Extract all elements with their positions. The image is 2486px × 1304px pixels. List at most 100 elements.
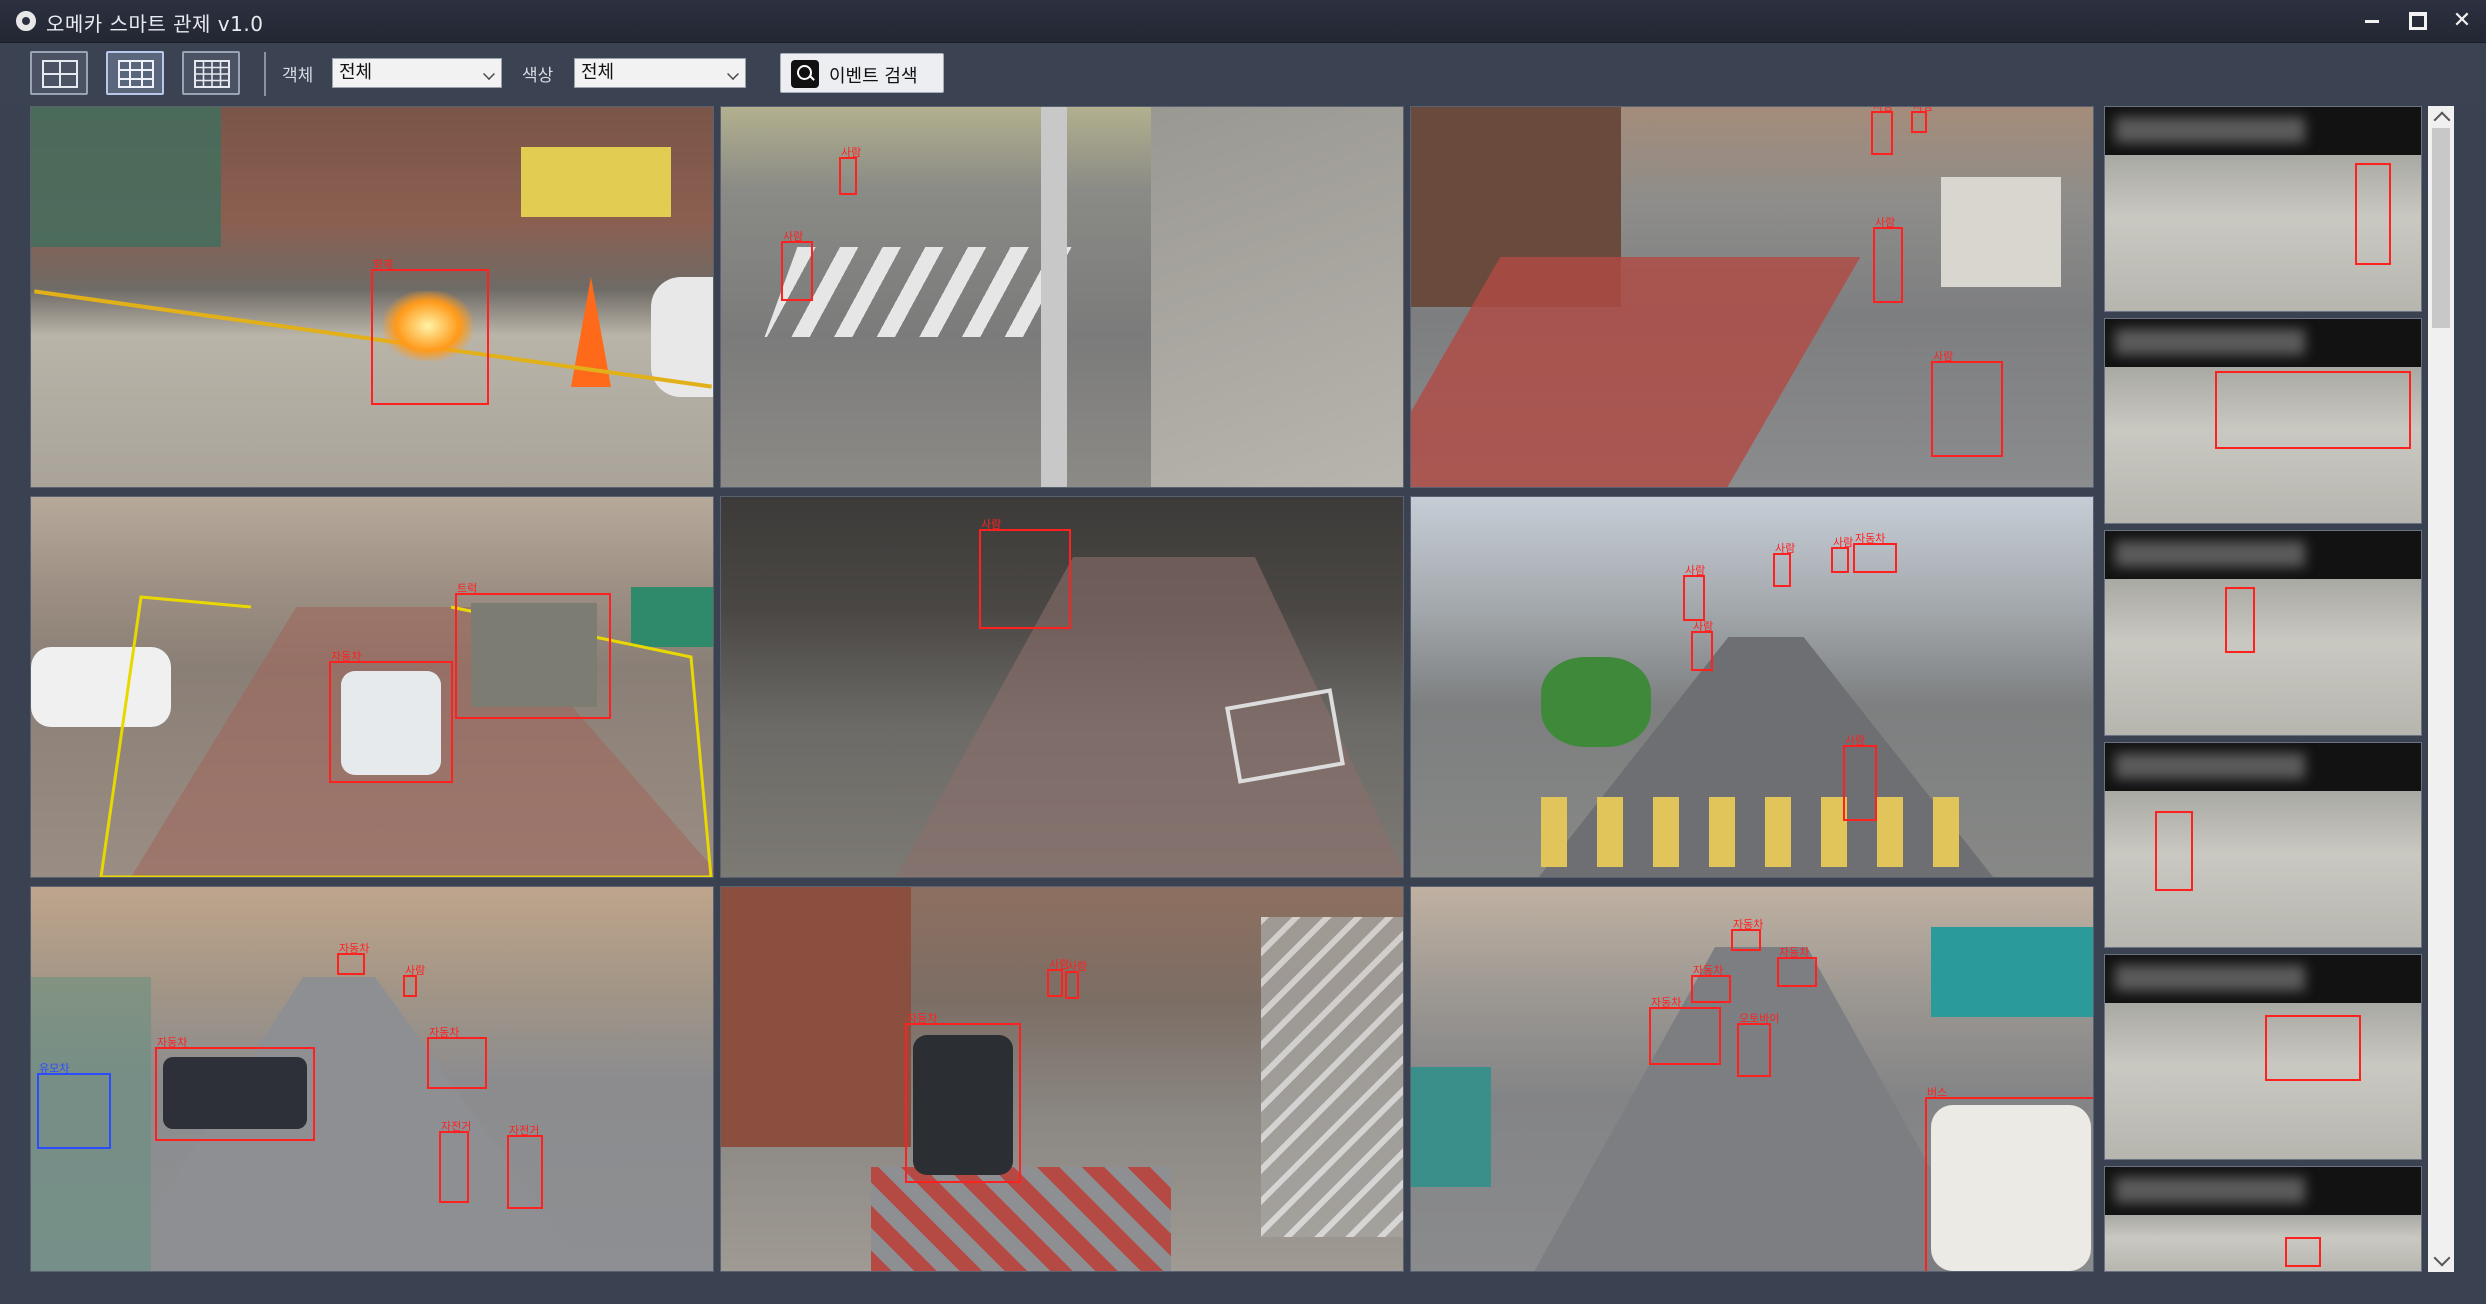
camera-tile-6[interactable]: 사람 사람 사람 자동차 사람 사람: [1410, 496, 2094, 878]
detection-box[interactable]: 사람: [1773, 542, 1795, 587]
thumbnail-scrollbar[interactable]: [2428, 106, 2454, 1272]
detection-box[interactable]: 사람: [839, 146, 861, 195]
detection-box[interactable]: 사람: [979, 518, 1071, 629]
detection-box: [2215, 371, 2411, 449]
thumbnail-header: [2105, 107, 2421, 155]
fire: [383, 291, 473, 361]
detection-box[interactable]: 사람: [1931, 350, 2003, 457]
detection-box[interactable]: 화재: [371, 258, 489, 405]
detection-label: 자전거: [441, 1120, 472, 1133]
scroll-up-icon[interactable]: [2433, 111, 2451, 129]
app-logo-icon: [16, 11, 36, 31]
layout-3x3-button[interactable]: [106, 51, 164, 95]
detection-label: 사람: [1833, 536, 1854, 549]
detection-label: 사람: [405, 964, 426, 977]
event-thumbnail[interactable]: 자동차: [2104, 954, 2422, 1160]
camera-tile-7[interactable]: 유모차 자동차 자동차 자전거 자전거 자동차 사람: [30, 886, 714, 1272]
fence: [1411, 1067, 1491, 1187]
close-button[interactable]: ✕: [2440, 6, 2484, 36]
thumbnail-header: [2105, 531, 2421, 579]
camera-tile-5[interactable]: 사람: [720, 496, 1404, 878]
crosswalk: [1541, 797, 1961, 867]
detection-label: 사람: [1775, 542, 1796, 555]
detection-label: 자동차: [331, 650, 362, 663]
detection-label: 자동차: [429, 1026, 460, 1039]
camera-tile-9[interactable]: 자동차 오토바이 버스 자동차 자동차 자동차: [1410, 886, 2094, 1272]
detection-label: 자전거: [509, 1124, 540, 1137]
detection-box[interactable]: 사람: [1843, 734, 1877, 821]
detection-box[interactable]: 자동차: [155, 1036, 315, 1141]
detection-box[interactable]: 버스: [1925, 1086, 2093, 1271]
detection-box[interactable]: 자동차: [337, 942, 369, 975]
black-van: [163, 1057, 307, 1129]
detection-box[interactable]: 자동차: [329, 650, 453, 783]
detection-label: 사람: [1067, 960, 1088, 973]
grid-2x2-icon: [42, 60, 78, 88]
detection-box: [2225, 587, 2255, 653]
scroll-down-icon[interactable]: [2433, 1249, 2451, 1267]
thumbnail-header: [2105, 319, 2421, 367]
color-filter-label: 색상: [522, 66, 554, 86]
detection-box[interactable]: 사람: [1683, 564, 1705, 621]
camera-tile-1[interactable]: 화재: [30, 106, 714, 488]
detection-box[interactable]: 자동차: [1853, 532, 1897, 573]
camera-tile-4[interactable]: 자동차 트럭: [30, 496, 714, 878]
camera-tile-8[interactable]: 자동차 사람 사람: [720, 886, 1404, 1272]
minimize-icon: [2365, 19, 2379, 23]
detection-box[interactable]: 사람: [1911, 107, 1933, 133]
detection-label: 사람: [1685, 564, 1706, 577]
layout-4x4-button[interactable]: [182, 51, 240, 95]
detection-label: 자동차: [339, 942, 370, 955]
chevron-down-icon: [483, 68, 495, 80]
event-thumbnail[interactable]: 자동차: [2104, 318, 2422, 524]
grid-4x4-icon: [194, 60, 230, 88]
object-filter-select[interactable]: 전체: [332, 58, 502, 88]
minimize-button[interactable]: [2350, 6, 2394, 36]
detection-label: 자동차: [157, 1036, 188, 1049]
detection-box[interactable]: 사람: [403, 964, 425, 997]
green-canopy: [1931, 927, 2093, 1017]
detection-box[interactable]: 자동차: [1649, 996, 1721, 1065]
detection-box[interactable]: 사람: [1691, 620, 1713, 671]
thumbnail-image: [2105, 579, 2421, 735]
detection-box[interactable]: 자전거: [439, 1120, 471, 1203]
event-search-button[interactable]: 이벤트 검색: [780, 53, 944, 93]
detection-box[interactable]: 사람: [1065, 960, 1087, 999]
camera-tile-2[interactable]: 사람 사람: [720, 106, 1404, 488]
event-thumbnail-list: 사람 자동차 사람 사람 자동차 사람: [2104, 106, 2424, 1272]
utility-pole: [1041, 107, 1067, 487]
detection-box[interactable]: 자전거: [507, 1124, 543, 1209]
detection-box[interactable]: 사람: [1831, 536, 1853, 573]
detection-box[interactable]: 사람: [1047, 958, 1069, 997]
event-thumbnail[interactable]: 사람: [2104, 106, 2422, 312]
detection-box[interactable]: 오토바이: [1737, 1012, 1779, 1077]
detection-box[interactable]: 사람: [1871, 107, 1893, 155]
layout-2x2-button[interactable]: [30, 51, 88, 95]
guard-booth: [1941, 177, 2061, 287]
detection-box[interactable]: 유모차: [37, 1062, 111, 1149]
tree: [1541, 657, 1651, 747]
event-thumbnail[interactable]: 사람: [2104, 1166, 2422, 1272]
detection-box[interactable]: 자동차: [905, 1012, 1021, 1183]
detection-box[interactable]: 자동차: [1777, 946, 1817, 987]
object-filter-label: 객체: [282, 66, 314, 86]
event-thumbnail[interactable]: 사람: [2104, 742, 2422, 948]
detection-box[interactable]: 사람: [781, 230, 813, 301]
truck: [471, 603, 597, 707]
detection-label: 자동차: [1779, 946, 1810, 959]
maximize-button[interactable]: [2396, 6, 2440, 36]
staircase: [1261, 917, 1403, 1237]
detection-box[interactable]: 자동차: [1731, 918, 1763, 951]
detection-box[interactable]: 자동차: [427, 1026, 487, 1089]
color-filter-select[interactable]: 전체: [574, 58, 746, 88]
detection-box[interactable]: 사람: [1873, 216, 1903, 303]
event-thumbnail[interactable]: 사람: [2104, 530, 2422, 736]
camera-tile-3[interactable]: 사람 사람 사람 사람: [1410, 106, 2094, 488]
detection-box[interactable]: 자동차: [1691, 964, 1731, 1003]
detection-label: 자동차: [1693, 964, 1724, 977]
brick-building: [721, 887, 911, 1147]
detection-box: [2155, 811, 2193, 891]
black-suv: [913, 1035, 1013, 1175]
scrollbar-thumb[interactable]: [2432, 128, 2450, 328]
detection-box[interactable]: 트럭: [455, 582, 611, 719]
